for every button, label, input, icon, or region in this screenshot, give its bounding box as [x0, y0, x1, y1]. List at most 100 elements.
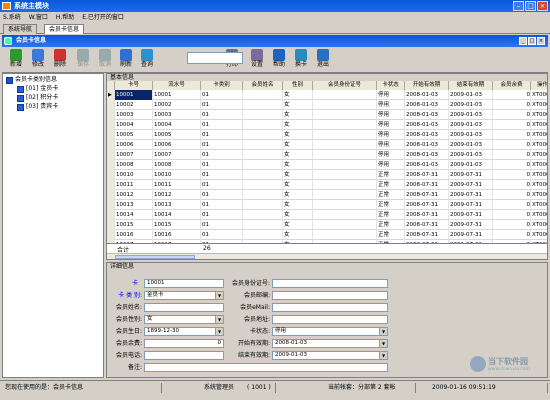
tree-root[interactable]: 会员卡类别信息: [6, 76, 57, 84]
start-date-select[interactable]: 2008-01-03 ▼: [272, 339, 388, 348]
toolbar-button-add[interactable]: 新增: [6, 49, 26, 71]
table-cell: 10001: [115, 90, 153, 100]
table-cell: 女: [283, 200, 313, 210]
column-header[interactable]: 操作: [531, 81, 547, 90]
column-header[interactable]: 性别: [283, 81, 313, 90]
end-date-select[interactable]: 2009-01-03 ▼: [272, 351, 388, 360]
end-date-label: 结束有效期:: [237, 352, 270, 359]
column-header[interactable]: 卡状态: [377, 81, 405, 90]
menu-window[interactable]: W.窗口: [29, 12, 48, 23]
column-header[interactable]: 会员姓名: [243, 81, 283, 90]
column-header[interactable]: 会员余费: [493, 81, 531, 90]
scroll-thumb[interactable]: [115, 255, 195, 259]
table-row[interactable]: 10002 10002 01 女停用 2008-01-03 2009-01-03 0 XT00…: [107, 100, 547, 110]
start-date-label: 开始有效期:: [237, 340, 270, 347]
tab-member-card[interactable]: 会员卡信息: [44, 24, 85, 34]
row-indicator: ▶: [107, 90, 115, 100]
column-header[interactable]: 开始有效期: [405, 81, 449, 90]
table-cell: [243, 200, 283, 210]
table-row[interactable]: 10012 10012 01 女正常 2008-07-31 2009-07-31 0 XT00…: [107, 190, 547, 200]
toolbar-button-save[interactable]: 保存: [73, 49, 93, 71]
table-row[interactable]: 10011 10011 01 女正常 2008-07-31 2009-07-31 0 XT00…: [107, 180, 547, 190]
table-row[interactable]: 10003 10003 01 女停用 2008-01-03 2009-01-03 0 XT00…: [107, 110, 547, 120]
exit-icon: [317, 49, 329, 61]
maximize-icon[interactable]: □: [525, 1, 536, 11]
table-row[interactable]: ▶ 10001 10001 01 女停用 2008-01-03 2009-01-03 0 XT0…: [107, 90, 547, 100]
table-cell: 女: [283, 160, 313, 170]
minimize-icon[interactable]: –: [513, 1, 524, 11]
table-row[interactable]: 10004 10004 01 女停用 2008-01-03 2009-01-03 0 XT00…: [107, 120, 547, 130]
table-cell: [243, 140, 283, 150]
column-header[interactable]: 卡类别: [201, 81, 243, 90]
tree-item-label: [02] 积分卡: [26, 94, 59, 101]
table-cell: [313, 160, 377, 170]
table-cell: XT000: [531, 160, 547, 170]
inner-close-icon[interactable]: ×: [537, 37, 545, 45]
phone-field[interactable]: [144, 351, 224, 360]
table-row[interactable]: 10013 10013 01 女正常 2008-07-31 2009-07-31 0 XT00…: [107, 200, 547, 210]
toolbar: 新增修改删除保存取消刷新查询打印设置帮助换卡退出▼: [2, 47, 548, 73]
menu-help[interactable]: H.帮助: [56, 12, 74, 23]
inner-window-icon: [4, 37, 12, 45]
menu-system[interactable]: S.系统: [3, 12, 21, 23]
status-select[interactable]: 停用 ▼: [272, 327, 388, 336]
table-cell: 2008-07-31: [405, 210, 449, 220]
table-cell: 2009-01-03: [449, 90, 493, 100]
tab-system-nav[interactable]: 系统导航: [3, 24, 38, 34]
close-icon[interactable]: ×: [537, 1, 548, 11]
address-field[interactable]: [272, 315, 388, 324]
column-header[interactable]: 卡号: [115, 81, 153, 90]
table-row[interactable]: 10006 10006 01 女停用 2008-01-03 2009-01-03 0 XT00…: [107, 140, 547, 150]
table-cell: 2008-07-31: [405, 190, 449, 200]
inner-minimize-icon[interactable]: _: [519, 37, 527, 45]
column-header[interactable]: 流水号: [153, 81, 201, 90]
column-header[interactable]: 会员身份证号: [313, 81, 377, 90]
card-no-field[interactable]: 10001: [144, 279, 224, 288]
birthday-select[interactable]: 1899-12-30 ▼: [144, 327, 224, 336]
table-row[interactable]: 10008 10008 01 女停用 2008-01-03 2009-01-03 0 XT00…: [107, 160, 547, 170]
idcard-field[interactable]: [272, 279, 388, 288]
table-row[interactable]: 10014 10014 01 女正常 2008-07-31 2009-07-31 0 XT00…: [107, 210, 547, 220]
table-cell: 10014: [153, 210, 201, 220]
remark-field[interactable]: [144, 363, 388, 372]
toolbar-button-help[interactable]: 帮助: [269, 49, 289, 71]
inner-restore-icon[interactable]: □: [528, 37, 536, 45]
table-cell: 01: [201, 120, 243, 130]
table-row[interactable]: 10016 10016 01 女正常 2008-07-31 2009-07-31 0 XT00…: [107, 230, 547, 240]
name-label: 会员姓名:: [115, 304, 142, 311]
table-cell: XT000: [531, 190, 547, 200]
email-field[interactable]: [272, 303, 388, 312]
card-type-select[interactable]: 金员卡 ▼: [144, 291, 224, 300]
table-cell: 女: [283, 170, 313, 180]
node-icon: [17, 94, 24, 102]
table-cell: 01: [201, 110, 243, 120]
table-row[interactable]: 10010 10010 01 女正常 2008-07-31 2009-07-31 0 XT00…: [107, 170, 547, 180]
search-input[interactable]: [187, 52, 243, 64]
table-row[interactable]: 10007 10007 01 女停用 2008-01-03 2009-01-03 0 XT00…: [107, 150, 547, 160]
column-header[interactable]: 结束有效期: [449, 81, 493, 90]
chevron-down-icon: ▼: [215, 292, 223, 299]
toolbar-button-exit[interactable]: 退出: [313, 49, 333, 71]
data-grid[interactable]: 卡号 流水号 卡类别 会员姓名 性别 会员身份证号 卡状态 开始有效期 结束有效期 会员余费 操作 …: [107, 81, 547, 251]
zipcode-field[interactable]: [272, 291, 388, 300]
row-indicator: [107, 220, 115, 230]
toolbar-button-cancel[interactable]: 取消: [95, 49, 115, 71]
toolbar-button-delete[interactable]: 删除: [50, 49, 70, 71]
toolbar-button-settings[interactable]: 设置: [247, 49, 267, 71]
balance-field[interactable]: 0: [144, 339, 224, 348]
toolbar-button-search[interactable]: 查询: [137, 49, 157, 71]
toolbar-button-refresh[interactable]: 刷新: [116, 49, 136, 71]
menu-open-windows[interactable]: E.已打开的窗口: [82, 12, 124, 23]
tree-item[interactable]: [02] 积分卡: [17, 94, 58, 102]
toolbar-button-card[interactable]: 换卡: [291, 49, 311, 71]
horizontal-scrollbar[interactable]: [107, 253, 547, 259]
tree-item[interactable]: [03] 贵宾卡: [17, 103, 58, 111]
watermark-logo-icon: [470, 356, 486, 372]
table-cell: 0: [493, 110, 531, 120]
gender-select[interactable]: 女 ▼: [144, 315, 224, 324]
name-field[interactable]: [144, 303, 224, 312]
toolbar-button-edit[interactable]: 修改: [28, 49, 48, 71]
tree-item[interactable]: [01] 金员卡: [17, 85, 58, 93]
table-row[interactable]: 10005 10005 01 女停用 2008-01-03 2009-01-03 0 XT00…: [107, 130, 547, 140]
table-row[interactable]: 10015 10015 01 女正常 2008-07-31 2009-07-31 0 XT00…: [107, 220, 547, 230]
